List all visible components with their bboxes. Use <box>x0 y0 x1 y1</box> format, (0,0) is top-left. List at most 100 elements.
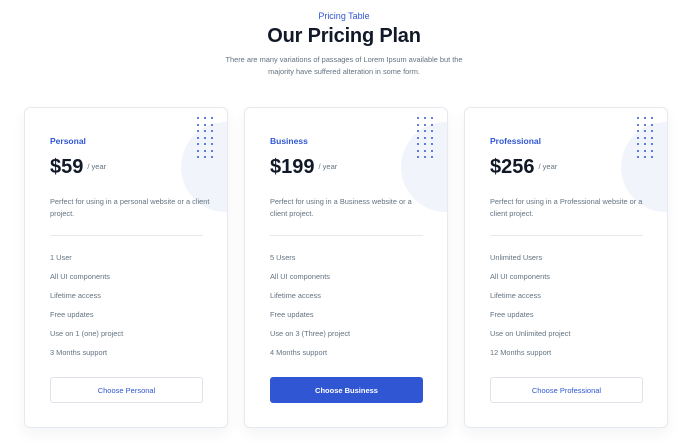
feature-list: 1 User All UI components Lifetime access… <box>50 253 123 367</box>
dot <box>417 117 419 119</box>
dot <box>424 143 426 145</box>
plan-period: / year <box>318 162 338 171</box>
dot <box>204 143 206 145</box>
choose-business-button[interactable]: Choose Business <box>270 377 423 403</box>
dot <box>211 143 213 145</box>
plan-price: $59 <box>50 156 84 178</box>
pricing-card-business: Business $199/ year Perfect for using in… <box>244 107 448 428</box>
feature-list: 5 Users All UI components Lifetime acces… <box>270 253 350 367</box>
dot <box>431 123 433 126</box>
pricing-card-personal: Personal $59/ year Perfect for using in … <box>24 107 228 428</box>
feature-item: Unlimited Users <box>490 253 543 262</box>
feature-item: Lifetime access <box>270 291 321 300</box>
feature-item: All UI components <box>490 272 550 281</box>
dot <box>204 156 206 158</box>
dot <box>197 130 199 132</box>
dot <box>211 123 213 126</box>
dot <box>637 130 639 132</box>
divider <box>50 235 203 236</box>
dot <box>651 123 653 126</box>
page-title: Our Pricing Plan <box>267 25 421 47</box>
dot <box>197 123 199 126</box>
dot <box>651 130 653 132</box>
plan-description: Perfect for using in a personal website … <box>50 197 210 218</box>
feature-item: All UI components <box>50 272 110 281</box>
dot <box>417 123 419 126</box>
dot <box>431 117 433 119</box>
price-row: $199/ year <box>270 156 337 179</box>
dot <box>417 149 419 152</box>
dot <box>197 117 199 119</box>
dot <box>211 130 213 132</box>
plan-name: Professional <box>490 136 542 146</box>
dot <box>637 123 639 126</box>
dot <box>417 130 419 132</box>
dot <box>644 156 646 158</box>
dot <box>644 123 646 126</box>
dot <box>424 149 426 152</box>
dot-grid-icon <box>637 117 657 161</box>
plan-period: / year <box>87 162 107 171</box>
feature-item: Lifetime access <box>50 291 101 300</box>
dot <box>417 143 419 145</box>
plan-price: $199 <box>270 156 315 178</box>
choose-personal-button[interactable]: Choose Personal <box>50 377 203 403</box>
dot <box>204 149 206 152</box>
dot <box>197 156 199 158</box>
dot <box>637 136 639 139</box>
dot <box>651 143 653 145</box>
divider <box>490 235 643 236</box>
section-eyebrow: Pricing Table <box>318 11 370 21</box>
dot <box>417 156 419 158</box>
dot <box>417 136 419 139</box>
divider <box>270 235 423 236</box>
feature-list: Unlimited Users All UI components Lifeti… <box>490 253 571 367</box>
feature-item: Free updates <box>490 310 534 319</box>
dot <box>644 130 646 132</box>
dot <box>644 136 646 139</box>
dot <box>424 130 426 132</box>
section-subtitle: There are many variations of passages of… <box>225 55 463 76</box>
dot <box>424 117 426 119</box>
feature-item: Use on 3 (Three) project <box>270 329 351 338</box>
plan-name: Personal <box>50 136 86 146</box>
dot <box>197 136 199 139</box>
dot <box>637 143 639 145</box>
dot <box>424 123 426 126</box>
feature-item: Use on Unlimited project <box>490 329 571 338</box>
feature-item: Use on 1 (one) project <box>50 329 124 338</box>
dot <box>204 130 206 132</box>
feature-item: 1 User <box>50 253 72 262</box>
feature-item: 4 Months support <box>270 348 328 357</box>
dot-grid-icon <box>197 117 217 161</box>
dot <box>204 117 206 119</box>
feature-item: Free updates <box>50 310 94 319</box>
feature-item: All UI components <box>270 272 330 281</box>
price-row: $59/ year <box>50 156 106 179</box>
dot <box>644 143 646 145</box>
feature-item: 3 Months support <box>50 348 108 357</box>
dot <box>424 136 426 139</box>
dot-grid-icon <box>417 117 437 161</box>
dot <box>644 149 646 152</box>
dot <box>197 149 199 152</box>
plan-description: Perfect for using in a Business website … <box>270 197 412 218</box>
price-row: $256/ year <box>490 156 557 179</box>
dot <box>651 156 653 158</box>
plan-name: Business <box>270 136 308 146</box>
dot <box>431 136 433 139</box>
dot <box>637 156 639 158</box>
plan-price: $256 <box>490 156 535 178</box>
dot <box>651 117 653 119</box>
dot <box>424 156 426 158</box>
dot <box>644 117 646 119</box>
dot <box>651 149 653 152</box>
dot <box>651 136 653 139</box>
choose-professional-button[interactable]: Choose Professional <box>490 377 643 403</box>
dot <box>211 117 213 119</box>
dot <box>211 149 213 152</box>
dot <box>637 117 639 119</box>
dot <box>211 136 213 139</box>
plan-period: / year <box>538 162 558 171</box>
dot <box>431 149 433 152</box>
